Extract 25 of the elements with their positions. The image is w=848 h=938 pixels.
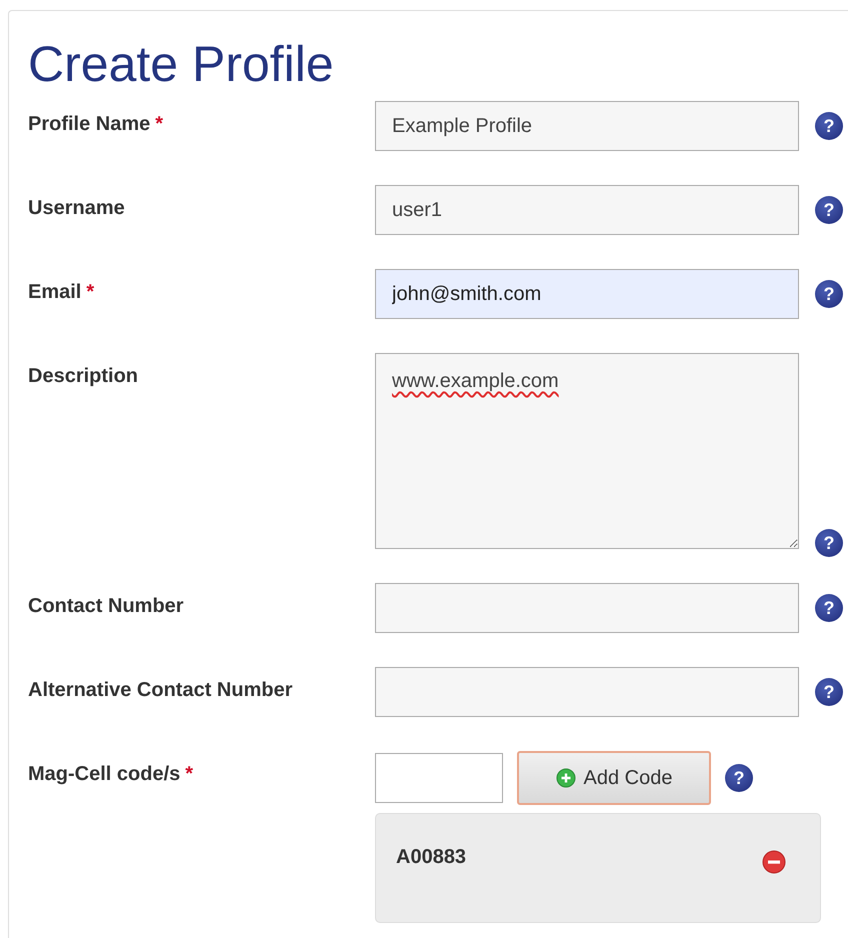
code-text: A00883 (396, 846, 466, 869)
help-icon[interactable]: ? (815, 594, 843, 622)
remove-icon[interactable] (762, 850, 786, 874)
description-textarea[interactable]: www.example.com (375, 353, 799, 549)
field-label: Description (28, 364, 140, 389)
field-label: Profile Name * (28, 112, 164, 137)
field-label: Mag-Cell code/s * (28, 762, 194, 787)
help-icon[interactable]: ? (815, 196, 843, 224)
field-label: Contact Number (28, 594, 185, 619)
field-label: Username (28, 196, 126, 221)
help-icon[interactable]: ? (815, 112, 843, 140)
input-field[interactable] (375, 583, 799, 633)
help-icon[interactable]: ? (815, 678, 843, 706)
input-field[interactable]: Example Profile (375, 101, 799, 151)
input-field[interactable] (375, 667, 799, 717)
field-label: Email * (28, 280, 96, 305)
add-code-button[interactable]: Add Code (517, 751, 711, 805)
help-icon[interactable]: ? (815, 280, 843, 308)
plus-icon (556, 768, 576, 788)
field-label: Alternative Contact Number (28, 678, 294, 703)
page-title: Create Profile (28, 39, 335, 89)
code-input-field[interactable] (375, 753, 503, 803)
input-field[interactable]: user1 (375, 185, 799, 235)
help-icon[interactable]: ? (815, 529, 843, 557)
help-icon[interactable]: ? (725, 764, 753, 792)
